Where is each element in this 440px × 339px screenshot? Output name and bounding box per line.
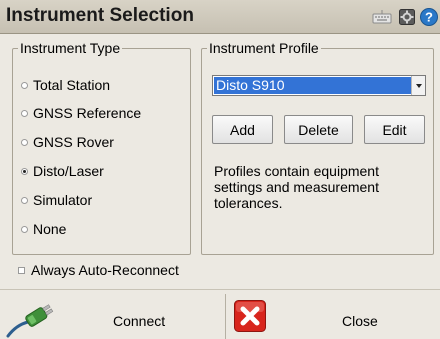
auto-reconnect-label: Always Auto-Reconnect [31,262,179,278]
settings-icon[interactable] [399,9,415,28]
title-bar: Instrument Selection ? [0,0,440,34]
close-label: Close [342,313,378,329]
radio-button[interactable] [21,81,28,89]
connect-label: Connect [113,313,166,329]
profile-select-value: Disto S910 [214,77,411,94]
radio-label: Total Station [33,77,111,93]
radio-label: None [33,221,67,237]
svg-text:?: ? [425,10,433,25]
instrument-type-label: Instrument Type [18,40,123,56]
close-x-icon [234,300,266,335]
close-button[interactable]: Close [226,292,440,339]
radio-button[interactable] [21,138,28,146]
radio-label: GNSS Rover [33,134,114,150]
delete-button[interactable]: Delete [284,115,353,144]
radio-label: Disto/Laser [33,163,104,179]
instrument-profile-group: Instrument Profile Disto S910 Add Delete… [201,40,434,255]
radio-none[interactable]: None [21,219,66,239]
radio-label: Simulator [33,192,93,208]
radio-total-station[interactable]: Total Station [21,75,110,95]
connect-button[interactable]: Connect [0,292,224,339]
add-button[interactable]: Add [212,115,273,144]
radio-label: GNSS Reference [33,105,142,121]
chevron-down-icon[interactable] [411,76,425,95]
keyboard-icon[interactable] [372,10,392,27]
auto-reconnect-checkbox-row[interactable]: Always Auto-Reconnect [18,262,179,278]
profile-description: Profiles contain equipment settings and … [214,163,379,211]
radio-disto-laser[interactable]: Disto/Laser [21,161,104,181]
help-icon[interactable]: ? [420,8,438,29]
radio-gnss-reference[interactable]: GNSS Reference [21,103,141,123]
radio-button[interactable] [21,225,28,233]
radio-button[interactable] [21,109,28,117]
window-title: Instrument Selection [6,5,194,26]
radio-button-checked[interactable] [21,167,28,175]
edit-button[interactable]: Edit [364,115,425,144]
instrument-profile-label: Instrument Profile [207,40,321,56]
instrument-type-group: Instrument Type Total Station GNSS Refer… [12,40,191,255]
radio-gnss-rover[interactable]: GNSS Rover [21,132,114,152]
profile-select[interactable]: Disto S910 [212,75,426,96]
radio-simulator[interactable]: Simulator [21,190,92,210]
auto-reconnect-checkbox[interactable] [18,266,25,274]
radio-button[interactable] [21,196,28,204]
connector-plug-icon [6,302,58,339]
